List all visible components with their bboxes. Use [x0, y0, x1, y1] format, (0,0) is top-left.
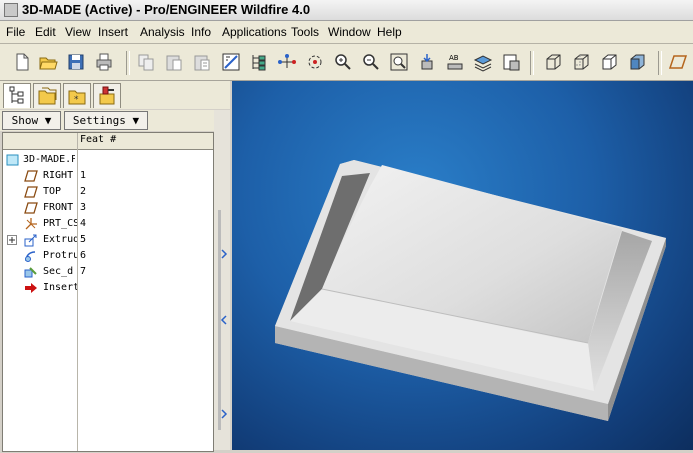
protrusion-icon: [25, 251, 36, 262]
navigator-filter-bar: Show ▼ Settings ▼: [0, 110, 230, 131]
saved-views-icon[interactable]: AB: [445, 52, 465, 72]
tree-item-label: Sec_d: [43, 266, 74, 277]
spin-center-icon[interactable]: [305, 52, 325, 72]
menu-window[interactable]: Window: [328, 25, 371, 39]
show-dropdown[interactable]: Show ▼: [2, 111, 61, 130]
app-icon: [4, 3, 18, 17]
svg-text:AB: AB: [449, 54, 459, 62]
tree-item-number: 2: [80, 186, 87, 197]
view-manager-icon[interactable]: [501, 52, 521, 72]
tree-item[interactable]: PRT_CSYS_DEF 4: [3, 216, 213, 232]
model-tree-tab-icon: [9, 86, 24, 104]
menu-view[interactable]: View: [65, 25, 91, 39]
relations-icon[interactable]: [277, 52, 297, 72]
toolbar-separator: [530, 51, 534, 75]
refit-icon[interactable]: [389, 52, 409, 72]
tree-item-number: 1: [80, 170, 87, 181]
menu-tools[interactable]: Tools: [291, 25, 319, 39]
menu-bar: File Edit View Insert Analysis Info Appl…: [0, 21, 693, 44]
tab-favorites[interactable]: *: [63, 83, 91, 108]
graphics-window[interactable]: [232, 81, 693, 450]
tree-item[interactable]: Extrude 5: [3, 232, 213, 248]
tree-item-label: PRT_CSYS_DEF: [43, 218, 77, 229]
paste-icon[interactable]: [164, 52, 184, 72]
paste-special-icon[interactable]: [192, 52, 212, 72]
datum-plane-display-icon[interactable]: [668, 52, 688, 72]
tree-item[interactable]: Protrusion 6: [3, 248, 213, 264]
part-model[interactable]: [232, 81, 693, 450]
menu-edit[interactable]: Edit: [35, 25, 56, 39]
datum-plane-icon: [24, 170, 38, 182]
toolbar: AB: [0, 44, 693, 81]
tab-connections[interactable]: [93, 83, 121, 108]
window-title: 3D-MADE (Active) - Pro/ENGINEER Wildfire…: [22, 2, 311, 17]
tab-folder-browser[interactable]: [33, 83, 61, 108]
toolbar-separator: [658, 51, 662, 75]
favorites-icon: *: [68, 90, 86, 105]
zoom-in-icon[interactable]: [333, 52, 353, 72]
menu-analysis[interactable]: Analysis: [140, 25, 185, 39]
tree-item[interactable]: Sec_d 7: [3, 264, 213, 280]
tree-item-number: 3: [80, 202, 87, 213]
feat-number-column-header[interactable]: Feat #: [80, 134, 116, 145]
tree-item[interactable]: FRONT 3: [3, 200, 213, 216]
title-bar: 3D-MADE (Active) - Pro/ENGINEER Wildfire…: [0, 0, 693, 21]
settings-dropdown[interactable]: Settings ▼: [64, 111, 148, 130]
menu-help[interactable]: Help: [377, 25, 402, 39]
extrude-icon: [24, 234, 37, 247]
navigator-sash[interactable]: [214, 110, 230, 450]
tree-item-number: 6: [80, 250, 87, 261]
tree-item[interactable]: RIGHT 1: [3, 168, 213, 184]
regenerate-icon[interactable]: [221, 52, 241, 72]
reorient-icon[interactable]: [417, 52, 437, 72]
tree-item-label: Insert Here: [43, 282, 77, 293]
insert-arrow-icon: [25, 283, 37, 293]
svg-text:*: *: [74, 95, 79, 105]
tree-item-label: RIGHT: [43, 170, 74, 181]
menu-info[interactable]: Info: [191, 25, 211, 39]
model-tree-icon[interactable]: [249, 52, 269, 72]
layers-icon[interactable]: [473, 52, 493, 72]
section-icon: [24, 267, 37, 278]
folder-browser-icon: [38, 87, 57, 105]
navigator-tabs: *: [0, 81, 230, 109]
menu-insert[interactable]: Insert: [98, 25, 128, 39]
datum-plane-icon: [24, 202, 38, 214]
model-tree-header: Feat #: [3, 133, 213, 150]
datum-plane-icon: [24, 186, 38, 198]
model-tree: Feat # 3D-MADE.P RIGHT 1 TOP 2 FRONT 3 P…: [2, 132, 214, 452]
new-file-icon[interactable]: [12, 52, 32, 72]
tree-root[interactable]: 3D-MADE.P: [3, 152, 213, 168]
zoom-out-icon[interactable]: [361, 52, 381, 72]
tree-item[interactable]: Insert Here: [3, 280, 213, 296]
toolbar-separator: [126, 51, 130, 75]
tree-item-number: 5: [80, 234, 87, 245]
tree-item-label: FRONT: [43, 202, 74, 213]
expand-toggle-icon[interactable]: [7, 235, 17, 245]
tree-item-label: TOP: [43, 186, 62, 197]
sash-grip-icon: [218, 210, 228, 430]
tab-model-tree[interactable]: [3, 83, 31, 108]
tree-root-label: 3D-MADE.P: [23, 154, 75, 165]
copy-icon[interactable]: [136, 52, 156, 72]
tree-item-number: 4: [80, 218, 87, 229]
tree-item[interactable]: TOP 2: [3, 184, 213, 200]
tree-item-label: Protrusion: [43, 250, 77, 261]
tree-item-label: Extrude: [43, 234, 77, 245]
wireframe-icon[interactable]: [543, 52, 563, 72]
tree-item-number: 7: [80, 266, 87, 277]
print-icon[interactable]: [94, 52, 114, 72]
save-icon[interactable]: [66, 52, 86, 72]
menu-file[interactable]: File: [6, 25, 25, 39]
part-icon: [6, 154, 19, 166]
menu-applications[interactable]: Applications: [222, 25, 287, 39]
coordinate-system-icon: [25, 218, 37, 230]
no-hidden-icon[interactable]: [599, 52, 619, 72]
connections-icon: [99, 86, 115, 105]
shading-icon[interactable]: [627, 52, 647, 72]
hidden-line-icon[interactable]: [571, 52, 591, 72]
open-folder-icon[interactable]: [38, 52, 58, 72]
